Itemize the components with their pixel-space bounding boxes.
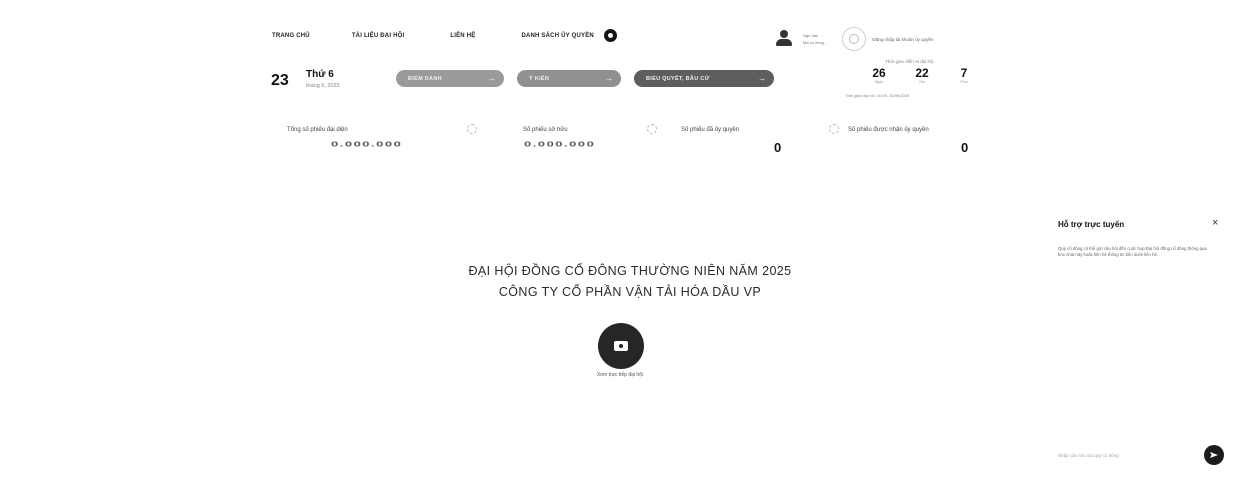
countdown-title: Thời gian diễn ra đại hội bbox=[885, 59, 934, 64]
send-icon[interactable] bbox=[1204, 445, 1224, 465]
date-weekday: Thứ 6 bbox=[306, 69, 334, 80]
checkin-button[interactable]: ĐIỂM DANH → bbox=[396, 70, 504, 87]
nav-home[interactable]: TRANG CHỦ bbox=[272, 33, 310, 39]
nav-proxy-list[interactable]: DANH SÁCH ỦY QUYỀN bbox=[521, 33, 594, 39]
stat-value-owned: 0.000.000 bbox=[524, 140, 596, 149]
support-message: Quý cổ đông có thể gửi câu hỏi đến cuộc … bbox=[1058, 246, 1207, 257]
stat-label-delegated: Số phiếu đã ủy quyền bbox=[681, 127, 740, 133]
countdown-note: Thời gian đại hội: 10:00, 20/06/2025 bbox=[845, 93, 910, 98]
opinion-label: Ý KIẾN bbox=[529, 75, 550, 82]
opinion-button[interactable]: Ý KIẾN → bbox=[517, 70, 621, 87]
countdown-days: 26 Ngày bbox=[867, 67, 891, 84]
avatar-icon[interactable] bbox=[842, 27, 867, 51]
countdown-minutes-unit: Phút bbox=[960, 80, 968, 84]
countdown-minutes: 7 Phút bbox=[952, 67, 976, 84]
stat-value-total: 0.000.000 bbox=[331, 140, 403, 149]
support-chat-input[interactable] bbox=[1058, 450, 1198, 460]
countdown-days-value: 26 bbox=[872, 66, 886, 80]
stat-value-delegated: 0 bbox=[774, 140, 782, 155]
vote-button[interactable]: BIỂU QUYẾT, BẦU CỬ → bbox=[634, 70, 774, 87]
countdown-hours: 22 Giờ bbox=[910, 67, 934, 84]
nav-contact[interactable]: LIÊN HỆ bbox=[450, 33, 475, 39]
checkin-label: ĐIỂM DANH bbox=[408, 75, 442, 82]
stat-label-received: Số phiếu được nhận ủy quyền bbox=[848, 127, 929, 133]
camera-icon bbox=[614, 341, 628, 351]
date-day: 23 bbox=[271, 72, 289, 89]
stat-icon bbox=[829, 124, 839, 134]
top-navigation: TRANG CHỦ TÀI LIỆU ĐẠI HỘI LIÊN HỆ DANH … bbox=[272, 29, 617, 42]
user-info: Ngo Van ... Ma co dong ... bbox=[803, 33, 828, 45]
record-icon[interactable] bbox=[603, 29, 617, 42]
countdown-minutes-value: 7 bbox=[960, 66, 968, 80]
vote-label: BIỂU QUYẾT, BẦU CỬ bbox=[646, 75, 710, 82]
user-area: Ngo Van ... Ma co dong ... Đăng nhập tài… bbox=[775, 27, 933, 51]
user-code: Ma co dong ... bbox=[803, 40, 829, 45]
stat-icon bbox=[647, 124, 657, 134]
date-month: tháng 5, 2025 bbox=[306, 83, 340, 89]
nav-documents[interactable]: TÀI LIỆU ĐẠI HỘI bbox=[352, 33, 405, 39]
countdown-hours-value: 22 bbox=[915, 66, 929, 80]
close-icon[interactable]: × bbox=[1212, 217, 1218, 229]
support-chat-panel: Hỗ trợ trực tuyến × Quý cổ đông có thể g… bbox=[1044, 205, 1226, 473]
proxy-login-link[interactable]: Đăng nhập tài khoản ủy quyền bbox=[872, 37, 933, 42]
stat-label-owned: Số phiếu sở hữu bbox=[523, 127, 568, 133]
user-icon[interactable] bbox=[775, 30, 795, 48]
countdown-days-unit: Ngày bbox=[874, 80, 884, 84]
meeting-title: ĐẠI HỘI ĐỒNG CỔ ĐÔNG THƯỜNG NIÊN NĂM 202… bbox=[468, 264, 792, 278]
arrow-right-icon: → bbox=[605, 73, 613, 83]
live-stream-caption[interactable]: Xem trực tiếp đại hội bbox=[560, 372, 680, 378]
countdown-hours-unit: Giờ bbox=[919, 80, 925, 84]
arrow-right-icon: → bbox=[758, 73, 766, 83]
stat-label-total: Tổng số phiếu đại diện bbox=[287, 127, 348, 133]
support-title: Hỗ trợ trực tuyến bbox=[1058, 220, 1125, 229]
live-stream-button[interactable] bbox=[598, 323, 644, 369]
company-name: CÔNG TY CỔ PHẦN VẬN TẢI HÓA DẦU VP bbox=[498, 285, 762, 299]
stat-value-received: 0 bbox=[961, 140, 969, 155]
user-name: Ngo Van ... bbox=[803, 33, 823, 38]
stat-icon bbox=[467, 124, 477, 134]
arrow-right-icon: → bbox=[488, 73, 496, 83]
